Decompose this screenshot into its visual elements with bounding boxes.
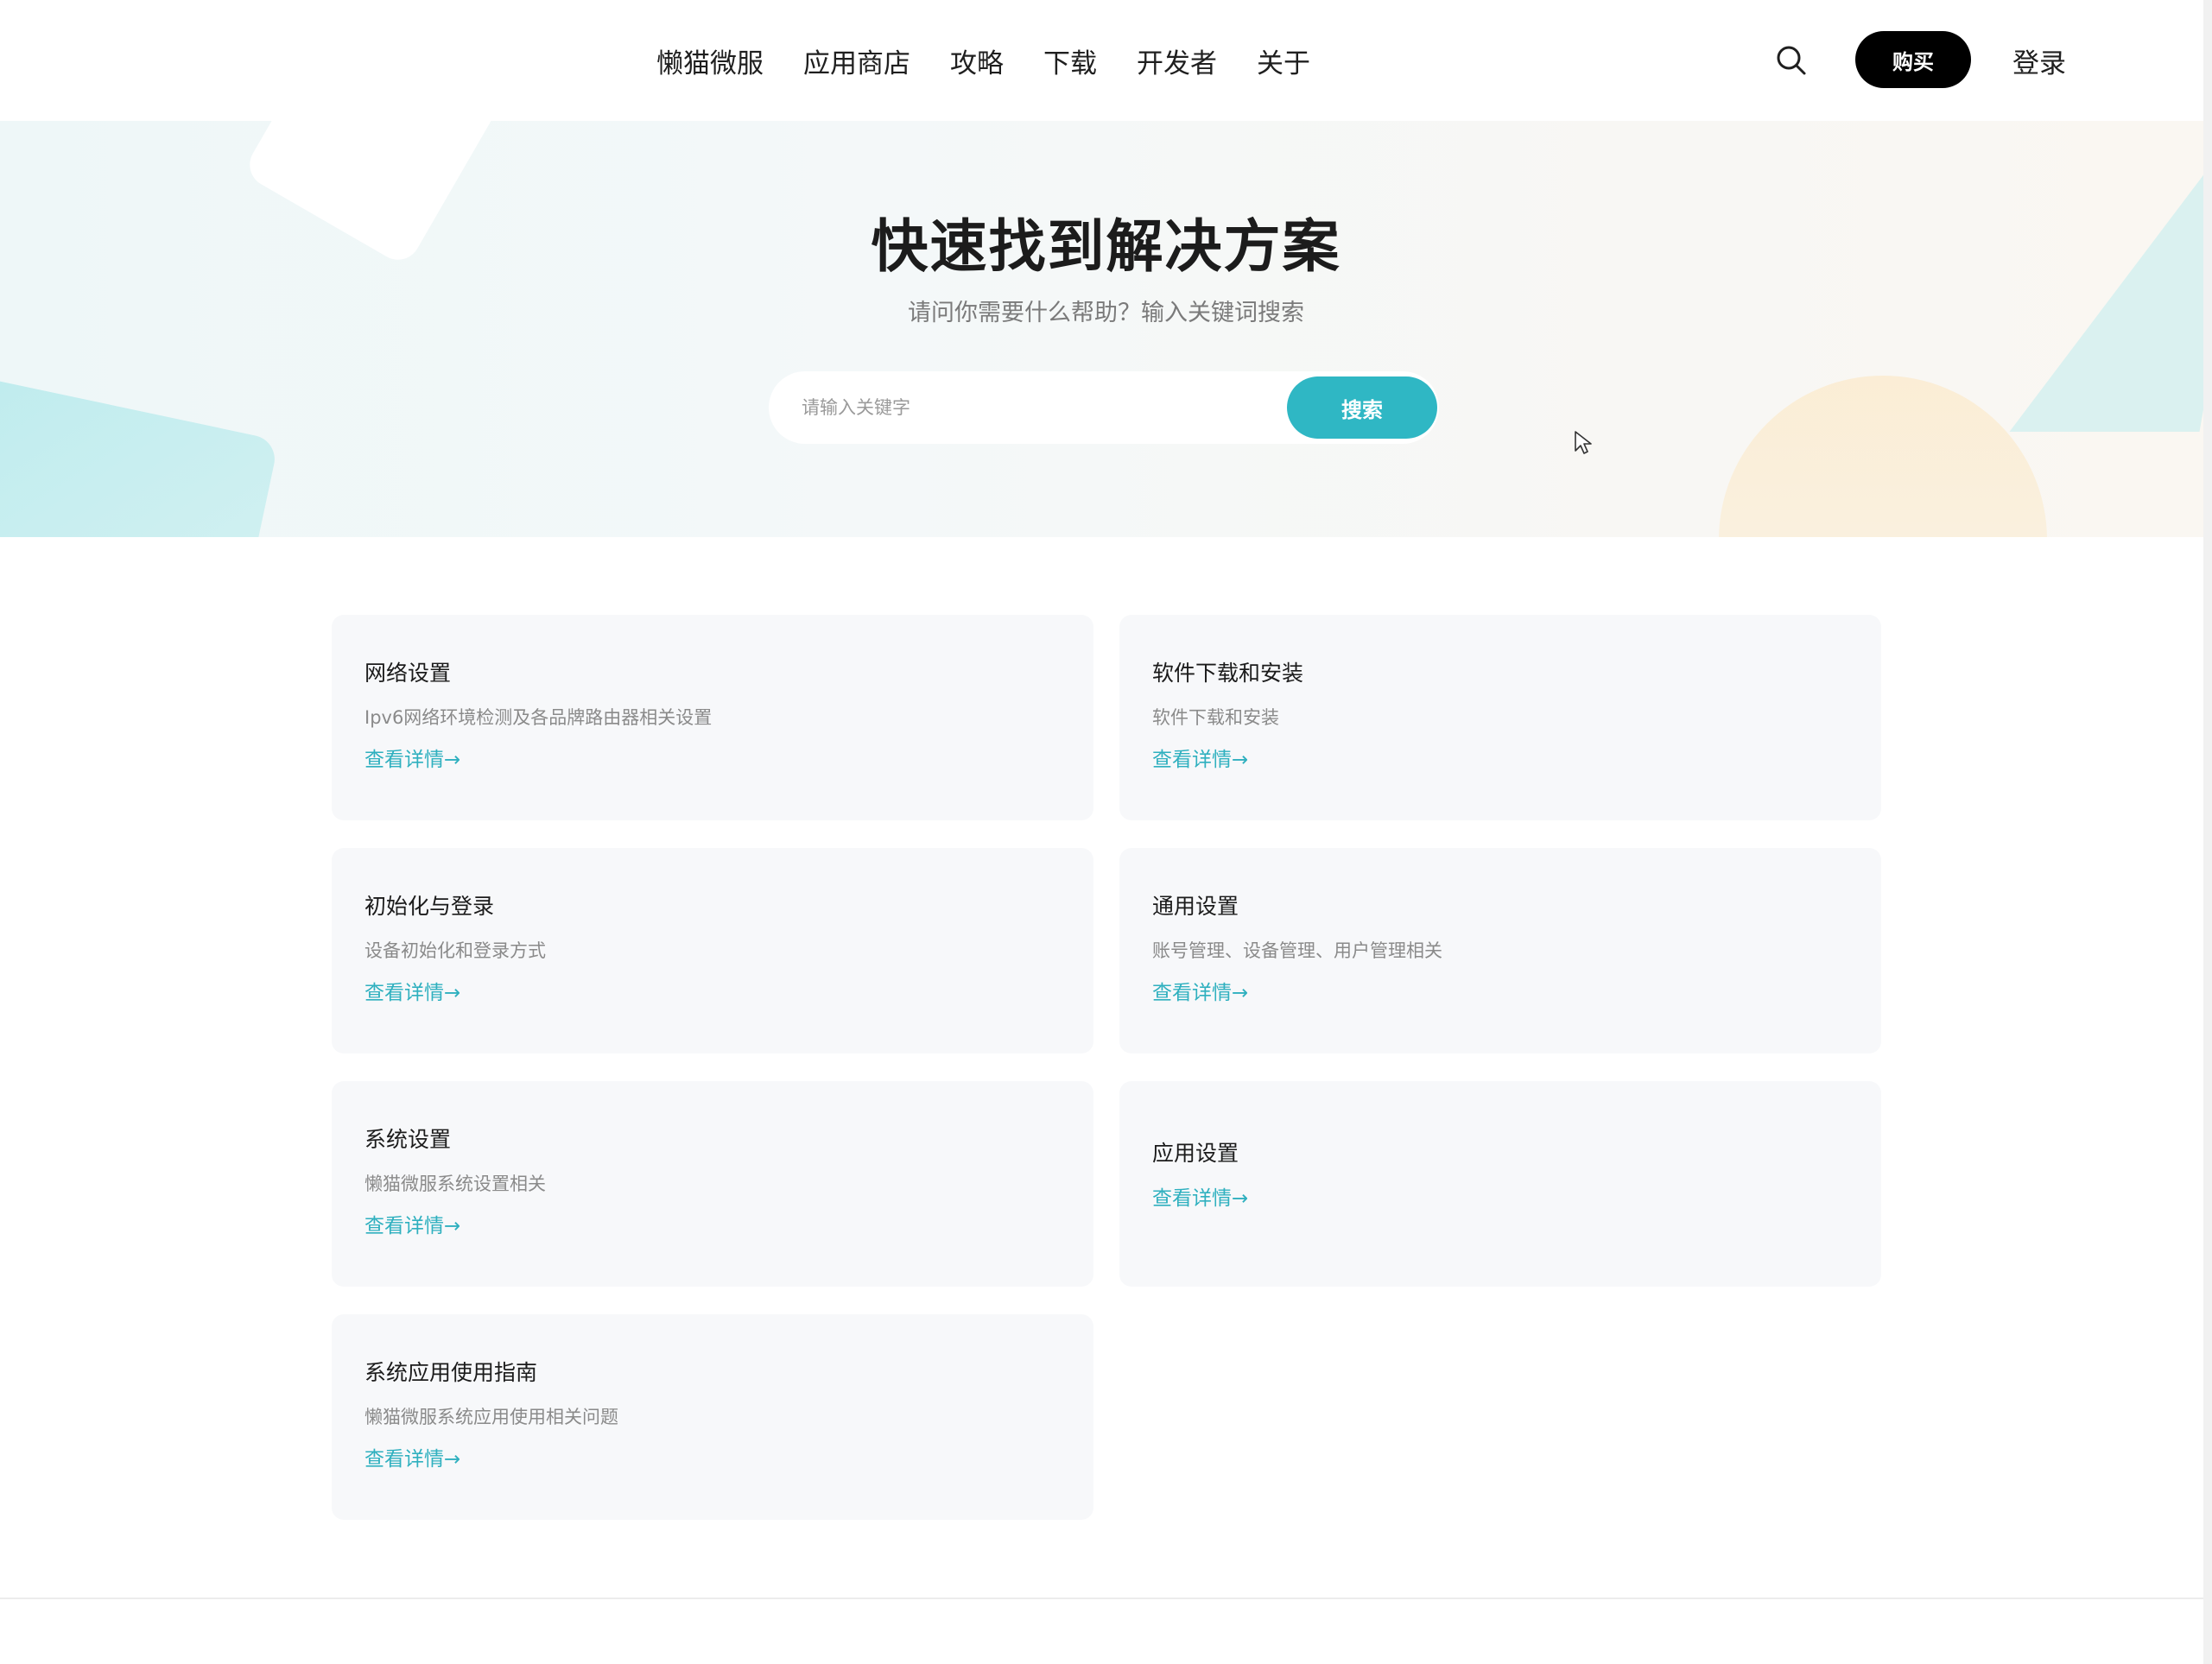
decorative-peach-circle — [1719, 376, 2047, 537]
nav-item-developers[interactable]: 开发者 — [1137, 41, 1217, 80]
page-subtitle: 请问你需要什么帮助？输入关键词搜索 — [908, 300, 1304, 326]
card-title: 网络设置 — [364, 661, 452, 686]
footer-divider — [0, 1598, 2212, 1599]
nav-item-guides[interactable]: 攻略 — [950, 41, 1004, 80]
card-description: 账号管理、设备管理、用户管理相关 — [1152, 940, 1442, 961]
card-description: 设备初始化和登录方式 — [364, 940, 546, 961]
main-nav: 懒猫微服 应用商店 攻略 下载 开发者 关于 — [656, 0, 1350, 121]
page-title: 快速找到解决方案 — [871, 213, 1341, 280]
card-system-apps-guide[interactable]: 系统应用使用指南 懒猫微服系统应用使用相关问题 查看详情→ — [332, 1314, 1093, 1520]
nav-item-app-store[interactable]: 应用商店 — [803, 41, 910, 80]
search-button[interactable]: 搜索 — [1287, 376, 1437, 439]
nav-item-lazycat[interactable]: 懒猫微服 — [656, 41, 764, 80]
card-details-link[interactable]: 查看详情→ — [1152, 1185, 1248, 1212]
card-description: Ipv6网络环境检测及各品牌路由器相关设置 — [364, 707, 713, 728]
card-description: 软件下载和安装 — [1152, 707, 1279, 728]
card-init-login[interactable]: 初始化与登录 设备初始化和登录方式 查看详情→ — [332, 848, 1093, 1053]
card-details-link[interactable]: 查看详情→ — [364, 1446, 460, 1473]
search-input[interactable] — [800, 389, 1283, 427]
card-details-link[interactable]: 查看详情→ — [364, 746, 460, 774]
page-scrollbar[interactable] — [2203, 0, 2212, 1664]
card-title: 应用设置 — [1152, 1141, 1239, 1166]
card-software-download[interactable]: 软件下载和安装 软件下载和安装 查看详情→ — [1119, 615, 1881, 820]
decorative-teal-shape — [0, 376, 280, 537]
search-box: 搜索 — [769, 371, 1439, 444]
card-description: 懒猫微服系统设置相关 — [364, 1174, 546, 1194]
nav-item-about[interactable]: 关于 — [1257, 41, 1310, 80]
card-title: 通用设置 — [1152, 894, 1239, 919]
card-title: 系统设置 — [364, 1127, 452, 1152]
card-app-settings[interactable]: 应用设置 查看详情→ — [1119, 1081, 1881, 1287]
card-network-settings[interactable]: 网络设置 Ipv6网络环境检测及各品牌路由器相关设置 查看详情→ — [332, 615, 1093, 820]
top-header: 懒猫微服 应用商店 攻略 下载 开发者 关于 购买 登录 — [0, 0, 2212, 121]
mouse-cursor-icon — [1575, 431, 1592, 454]
search-icon[interactable] — [1774, 43, 1809, 78]
card-details-link[interactable]: 查看详情→ — [1152, 979, 1248, 1007]
card-title: 初始化与登录 — [364, 894, 495, 919]
nav-item-download[interactable]: 下载 — [1043, 41, 1097, 80]
card-details-link[interactable]: 查看详情→ — [1152, 746, 1248, 774]
card-general-settings[interactable]: 通用设置 账号管理、设备管理、用户管理相关 查看详情→ — [1119, 848, 1881, 1053]
card-details-link[interactable]: 查看详情→ — [364, 1212, 460, 1240]
card-title: 系统应用使用指南 — [364, 1360, 538, 1385]
buy-button[interactable]: 购买 — [1855, 31, 1971, 88]
login-link[interactable]: 登录 — [2012, 41, 2066, 80]
card-details-link[interactable]: 查看详情→ — [364, 979, 460, 1007]
hero-banner: 快速找到解决方案 请问你需要什么帮助？输入关键词搜索 搜索 — [0, 121, 2212, 537]
card-title: 软件下载和安装 — [1152, 661, 1304, 686]
card-description: 懒猫微服系统应用使用相关问题 — [364, 1407, 618, 1427]
card-system-settings[interactable]: 系统设置 懒猫微服系统设置相关 查看详情→ — [332, 1081, 1093, 1287]
